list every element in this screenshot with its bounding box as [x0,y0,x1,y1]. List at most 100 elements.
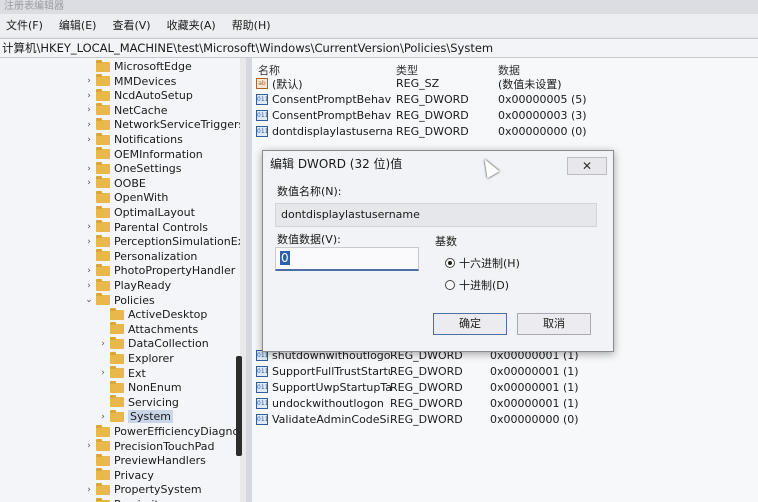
ok-button[interactable]: 确定 [433,313,507,335]
tree-item-label: OneSettings [114,162,182,176]
tree-item-label: Policies [114,293,155,307]
tree-item[interactable]: OptimalLayout [84,205,195,220]
folder-icon [96,278,110,291]
tree-item-label: OEMInformation [114,147,203,161]
tree-item[interactable]: › System [98,409,174,424]
chevron-right-icon[interactable]: › [84,237,94,247]
tree-item[interactable]: MicrosoftEdge [84,59,192,74]
tree-item[interactable]: OEMInformation [84,147,203,162]
tree-item[interactable]: › OOBE [84,176,146,191]
chevron-right-icon[interactable]: › [84,76,94,86]
tree-item[interactable]: ActiveDesktop [98,307,207,322]
tree-item[interactable]: › NetworkServiceTriggers [84,117,240,132]
tree-item[interactable]: ›Proximity [84,497,165,502]
chevron-right-icon[interactable]: › [84,281,94,291]
hex-radio-option[interactable]: 十六进制(H) [445,255,520,271]
value-data-cell: 0x00000003 (3) [498,109,587,122]
tree-item[interactable]: › Notifications [84,132,183,147]
value-name-cell: SupportFullTrustStartu... [272,365,392,378]
tree-item-label: OptimalLayout [114,206,195,219]
cancel-button[interactable]: 取消 [517,313,591,335]
tree-item[interactable]: NonEnum [98,380,182,395]
table-row[interactable]: 011 ValidateAdminCodeSi... REG_DWORD 0x0000… [256,412,746,427]
folder-icon [96,147,110,160]
chevron-right-icon[interactable]: › [84,164,94,174]
tree-item[interactable]: Personalization [84,249,197,264]
folder-icon [110,336,124,349]
menu-bar: 文件(F) 编辑(E) 查看(V) 收藏夹(A) 帮助(H) [0,14,758,36]
tree-item-label: PowerEfficiencyDiagnost [114,425,240,438]
tree-item[interactable]: › PrecisionTouchPad [84,439,215,454]
tree-item[interactable]: OpenWith [84,190,168,205]
menu-edit[interactable]: 编辑(E) [59,17,97,33]
tree-item[interactable]: › MMDevices [84,74,176,89]
chevron-down-icon[interactable]: ⌄ [84,295,94,305]
value-type-cell: REG_DWORD [390,381,463,394]
chevron-right-icon[interactable]: › [84,105,94,115]
value-name-field: dontdisplaylastusername [275,203,597,227]
radio-selected-icon[interactable] [445,258,455,268]
value-name-cell: dontdisplaylastuserna... [272,125,392,138]
chevron-right-icon[interactable]: › [98,368,108,378]
table-row[interactable]: 011 undockwithoutlogon REG_DWORD 0x00000001… [256,396,746,411]
table-row[interactable]: 011 ConsentPromptBehavi... REG_DWORD 0x0000… [256,108,746,123]
reg-binary-icon: 011 [256,366,269,377]
chevron-right-icon[interactable]: › [98,339,108,349]
chevron-right-icon[interactable]: › [84,135,94,145]
tree-item-label: Parental Controls [114,220,208,234]
menu-file[interactable]: 文件(F) [6,17,43,33]
tree-item[interactable]: PowerEfficiencyDiagnost [84,424,240,439]
folder-icon [96,263,110,276]
menu-favorites[interactable]: 收藏夹(A) [167,17,216,33]
chevron-right-icon[interactable]: › [84,178,94,188]
chevron-right-icon[interactable]: › [84,120,94,130]
tree-item[interactable]: Attachments [98,322,198,337]
menu-view[interactable]: 查看(V) [112,17,150,33]
tree-item[interactable]: › PropertySystem [84,482,202,497]
folder-icon [96,74,110,87]
chevron-right-icon[interactable]: › [84,91,94,101]
table-row[interactable]: 011 SupportUwpStartupTa... REG_DWORD 0x0000… [256,380,746,395]
table-row[interactable]: 011 ConsentPromptBehavi... REG_DWORD 0x0000… [256,92,746,107]
value-type-cell: REG_DWORD [390,413,463,426]
dec-radio-option[interactable]: 十进制(D) [445,277,509,293]
chevron-right-icon[interactable]: › [84,266,94,276]
registry-tree[interactable]: MicrosoftEdge › MMDevices › NcdAutoSetup › Net… [0,58,240,502]
tree-item[interactable]: › OneSettings [84,161,182,176]
tree-item[interactable]: › DataCollection [98,336,209,351]
tree-item[interactable]: Privacy [84,468,154,483]
value-name-cell: ValidateAdminCodeSi... [272,413,392,426]
table-row[interactable]: 011 SupportFullTrustStartu... REG_DWORD 0x0… [256,364,746,379]
chevron-right-icon[interactable]: › [84,222,94,232]
menu-help[interactable]: 帮助(H) [232,17,271,33]
chevron-right-icon[interactable]: › [98,412,108,422]
regedit-window: 注册表编辑器 文件(F) 编辑(E) 查看(V) 收藏夹(A) 帮助(H) 计算… [0,0,758,502]
close-button[interactable]: ✕ [567,157,607,175]
tree-item[interactable]: ⌄ Policies [84,293,155,308]
reg-string-icon: ab [256,78,268,89]
tree-item[interactable]: PreviewHandlers [84,453,206,468]
tree-scrollbar-thumb[interactable] [236,356,242,456]
table-row[interactable]: 011 dontdisplaylastuserna... REG_DWORD 0x00… [256,124,746,139]
tree-item[interactable]: › NetCache [84,103,168,118]
value-data-input[interactable]: 0 [275,247,419,271]
reg-binary-icon: 011 [256,126,269,137]
edit-dword-dialog: 编辑 DWORD (32 位)值 ✕ 数值名称(N): dontdisplayl… [262,150,614,352]
tree-item[interactable]: Explorer [98,351,174,366]
tree-item[interactable]: › PlayReady [84,278,171,293]
table-row[interactable]: ab (默认) REG_SZ (数值未设置) [256,76,746,91]
folder-icon [96,88,110,101]
tree-item[interactable]: Servicing [98,395,179,410]
address-bar[interactable]: 计算机\HKEY_LOCAL_MACHINE\test\Microsoft\Wi… [0,38,758,58]
radio-unselected-icon[interactable] [445,280,455,290]
chevron-right-icon[interactable]: › [84,485,94,495]
tree-item[interactable]: › PerceptionSimulationExt [84,234,240,249]
tree-item-label: NonEnum [128,381,182,395]
tree-item[interactable]: › NcdAutoSetup [84,88,193,103]
tree-item-label: OOBE [114,176,146,190]
tree-item[interactable]: › PhotoPropertyHandler [84,263,235,278]
chevron-right-icon[interactable]: › [84,441,94,451]
tree-item[interactable]: › Parental Controls [84,220,208,235]
tree-item[interactable]: › Ext [98,366,146,381]
value-data-cell: (数值未设置) [498,77,562,91]
